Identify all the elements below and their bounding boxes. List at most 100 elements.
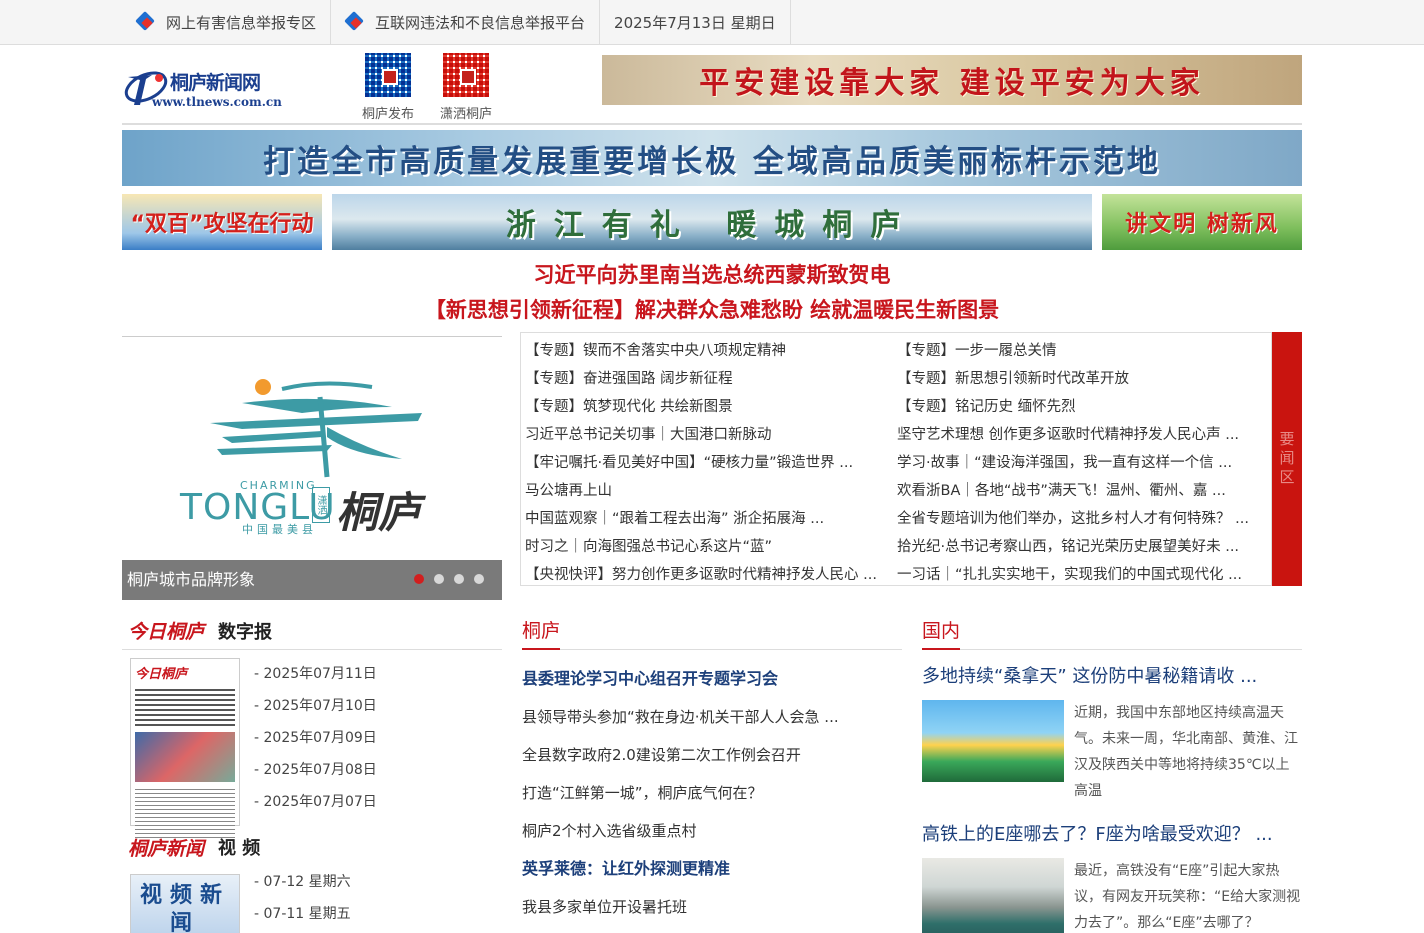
banner-development-text: 打造全市高质量发展重要增长极 全域高品质美丽标杆示范地 <box>263 143 1161 180</box>
domestic-story-image[interactable] <box>922 700 1064 782</box>
tonglu-news-item[interactable]: 县领导带头参加“救在身边·机关干部人人会急 ... <box>522 698 902 736</box>
tonglu-news-item[interactable]: 桐庐2个村入选省级重点村 <box>522 812 902 850</box>
epaper-header: 今日桐庐 数字报 <box>122 612 502 650</box>
brand-cn-text: 桐庐 <box>336 488 421 537</box>
site-logo[interactable]: 桐庐新闻网 www.tlnews.com.cn <box>122 65 292 115</box>
video-block: 视频新闻 - 07-12 星期六 - 07-11 星期五 <box>122 866 502 933</box>
key-news-item[interactable]: 【专题】奋进强国路 阔步新征程 <box>525 365 897 393</box>
logo-url-text: www.tlnews.com.cn <box>152 95 282 109</box>
epaper-thumb-photo <box>135 732 235 782</box>
key-news-item[interactable]: 【专题】铭记历史 缅怀先烈 <box>897 393 1269 421</box>
slider-dot[interactable] <box>454 574 464 584</box>
qr1-label: 桐庐发布 <box>361 107 414 122</box>
key-news-item[interactable]: 习近平总书记关切事｜大国港口新脉动 <box>525 421 897 449</box>
video-date-link[interactable]: - 07-12 星期六 <box>254 866 351 898</box>
key-news-item[interactable]: 坚守艺术理想 创作更多讴歌时代精神抒发人民心声 ... <box>897 421 1269 449</box>
tonglu-news-item[interactable]: 打造“江鲜第一城”，桐庐底气何在？ <box>522 774 902 812</box>
video-date-list: - 07-12 星期六 - 07-11 星期五 <box>254 866 351 933</box>
key-news-item[interactable]: 欢看浙BA｜各地“战书”满天飞！温州、衢州、嘉 ... <box>897 477 1269 505</box>
video-brand: 桐庐新闻 <box>128 837 205 860</box>
banner-shuangbai-text: “双百”攻坚在行动 <box>130 212 314 237</box>
banner-zhejiang-youli[interactable]: 浙江有礼 暖城桐庐 <box>332 194 1092 250</box>
epaper-date-link[interactable]: - 2025年07月08日 <box>254 754 377 786</box>
tonglu-news-item[interactable]: 英孚莱德：让红外探测更精准 <box>522 850 902 888</box>
tonglu-column: 桐庐 县委理论学习中心组召开专题学习会 县领导带头参加“救在身边·机关干部人人会急… <box>522 612 902 933</box>
video-title[interactable]: 视 频 <box>218 834 260 860</box>
key-news-item[interactable]: 【专题】一步一履总关情 <box>897 337 1269 365</box>
domestic-story-image[interactable] <box>922 858 1064 933</box>
key-news-item[interactable]: 马公塘再上山 <box>525 477 897 505</box>
key-news-item[interactable]: 全省专题培训为他们举办，这批乡村人才有何特殊？ ... <box>897 505 1269 533</box>
domestic-story-summary: 最近，高铁没有“E座”引起大家热议，有网友开玩笑称：“E给大家测视力去了”。那么… <box>1074 863 1301 931</box>
banner-shuangbai[interactable]: “双百”攻坚在行动 <box>122 194 322 250</box>
epaper-date-link[interactable]: - 2025年07月11日 <box>254 658 377 690</box>
banner-development[interactable]: 打造全市高质量发展重要增长极 全域高品质美丽标杆示范地 <box>122 130 1302 186</box>
key-news-item[interactable]: 【牢记嘱托·看见美好中国】“硬核力量”锻造世界 ... <box>525 449 897 477</box>
epaper-thumb-text <box>135 686 235 726</box>
epaper-date-link[interactable]: - 2025年07月07日 <box>254 786 377 818</box>
slider-dot[interactable] <box>434 574 444 584</box>
domestic-story-title[interactable]: 多地持续“桑拿天” 这份防中暑秘籍请收 ... <box>922 662 1302 692</box>
domestic-story-title[interactable]: 高铁上的E座哪去了？F座为啥最受欢迎？ ... <box>922 820 1302 850</box>
key-news-item[interactable]: 中国蓝观察｜“跟着工程去出海” 浙企拓展海 ... <box>525 505 897 533</box>
left-column: 今日桐庐 数字报 今日桐庐 - 2025年07月11日 - 2025年07月10日… <box>122 612 502 933</box>
video-thumbnail[interactable]: 视频新闻 <box>130 874 240 933</box>
key-news-box: 【专题】锲而不舍落实中央八项规定精神 【专题】一步一履总关情 【专题】奋进强国路 阔… <box>520 332 1302 589</box>
banner-safety-text: 平安建设靠大家 建设平安为大家 <box>699 66 1205 101</box>
tonglu-news-item[interactable]: 县委理论学习中心组召开专题学习会 <box>522 660 902 698</box>
domestic-column: 国内 多地持续“桑拿天” 这份防中暑秘籍请收 ... 近期，我国中东部地区持续高… <box>922 612 1302 933</box>
domestic-story: 多地持续“桑拿天” 这份防中暑秘籍请收 ... 近期，我国中东部地区持续高温天气… <box>922 662 1302 804</box>
illegal-info-report-link[interactable]: 互联网违法和不良信息举报平台 <box>331 0 601 44</box>
current-date: 2025年7月13日 星期日 <box>600 0 791 44</box>
epaper-date-link[interactable]: - 2025年07月09日 <box>254 722 377 754</box>
epaper-title[interactable]: 数字报 <box>218 618 272 644</box>
key-news-item[interactable]: 【央视快评】努力创作更多讴歌时代精神抒发人民心 ... <box>525 561 897 589</box>
banner-civilization-text: 讲文明 树新风 <box>1125 212 1279 237</box>
epaper-thumbnail[interactable]: 今日桐庐 <box>130 658 240 838</box>
logo-cn-text: 桐庐新闻网 <box>170 72 261 94</box>
key-news-item[interactable]: 时习之｜向海图强总书记心系这片“蓝” <box>525 533 897 561</box>
slide-caption[interactable]: 桐庐城市品牌形象 <box>122 560 502 600</box>
tonglu-news-item[interactable]: 全县数字政府2.0建设第二次工作例会召开 <box>522 736 902 774</box>
video-header: 桐庐新闻 视 频 <box>122 828 502 866</box>
main-row: CHARMING TONGLU 潇洒 桐庐 中国最美县 桐庐城市品牌形象 【专题… <box>122 332 1302 600</box>
brand-seal-text: 潇洒 <box>312 487 330 523</box>
image-slider[interactable]: CHARMING TONGLU 潇洒 桐庐 中国最美县 桐庐城市品牌形象 <box>122 336 502 600</box>
slider-dot[interactable] <box>474 574 484 584</box>
tonglu-news-item[interactable]: 我县多家单位开设暑托班 <box>522 888 902 926</box>
key-news-item[interactable]: 学习·故事｜“建设海洋强国，我一直有这样一个信 ... <box>897 449 1269 477</box>
domestic-story: 高铁上的E座哪去了？F座为啥最受欢迎？ ... 最近，高铁没有“E座”引起大家热… <box>922 820 1302 933</box>
slider-dot[interactable] <box>414 574 424 584</box>
key-news-item[interactable]: 【专题】锲而不舍落实中央八项规定精神 <box>525 337 897 365</box>
headline-1[interactable]: 习近平向苏里南当选总统西蒙斯致贺电 <box>122 258 1302 293</box>
qr2-label: 潇洒桐庐 <box>439 107 492 122</box>
qr-code-icon <box>441 51 491 99</box>
headline-2[interactable]: 【新思想引领新征程】解决群众急难愁盼 绘就温暖民生新图景 <box>122 293 1302 328</box>
key-news-side-label: 要闻区 <box>1272 332 1302 586</box>
qr-code-icon <box>363 51 413 99</box>
video-date-link[interactable]: - 07-11 星期五 <box>254 898 351 930</box>
report-icon <box>345 12 365 32</box>
top-bar: 网上有害信息举报专区 互联网违法和不良信息举报平台 2025年7月13日 星期日 <box>0 0 1424 45</box>
key-news-item[interactable]: 一习话｜“扎扎实实地干，实现我们的中国式现代化 ... <box>897 561 1269 589</box>
harmful-info-report-link[interactable]: 网上有害信息举报专区 <box>122 0 332 44</box>
qr-xiaosa-tonglu[interactable]: 潇洒桐庐 <box>436 51 496 122</box>
epaper-thumb-masthead: 今日桐庐 <box>135 667 188 682</box>
key-news-item[interactable]: 拾光纪·总书记考察山西，铭记光荣历史展望美好未 ... <box>897 533 1269 561</box>
qr-tonglu-fabu[interactable]: 桐庐发布 <box>358 51 418 122</box>
epaper-date-link[interactable]: - 2025年07月10日 <box>254 690 377 722</box>
tonglu-header: 桐庐 <box>522 612 902 650</box>
domestic-title[interactable]: 国内 <box>922 612 961 650</box>
bottom-row: 今日桐庐 数字报 今日桐庐 - 2025年07月11日 - 2025年07月10日… <box>122 612 1302 933</box>
key-news-item[interactable]: 【专题】筑梦现代化 共绘新图景 <box>525 393 897 421</box>
epaper-block: 今日桐庐 - 2025年07月11日 - 2025年07月10日 - 2025年07… <box>122 650 502 838</box>
site-header: 桐庐新闻网 www.tlnews.com.cn 桐庐发布 潇洒桐庐 平安建设靠大… <box>122 45 1302 125</box>
banner-civilization[interactable]: 讲文明 树新风 <box>1102 194 1302 250</box>
epaper-date-list: - 2025年07月11日 - 2025年07月10日 - 2025年07月09日 -… <box>254 658 377 826</box>
banner-zhejiang-youli-text: 浙江有礼 暖城桐庐 <box>505 208 919 243</box>
key-news-item[interactable]: 【专题】新思想引领新时代改革开放 <box>897 365 1269 393</box>
slide-image[interactable]: CHARMING TONGLU 潇洒 桐庐 中国最美县 <box>122 337 502 557</box>
banner-safety[interactable]: 平安建设靠大家 建设平安为大家 <box>602 55 1302 105</box>
tonglu-title[interactable]: 桐庐 <box>522 612 561 650</box>
tonglu-news-list: 县委理论学习中心组召开专题学习会 县领导带头参加“救在身边·机关干部人人会急 ..… <box>522 650 902 926</box>
